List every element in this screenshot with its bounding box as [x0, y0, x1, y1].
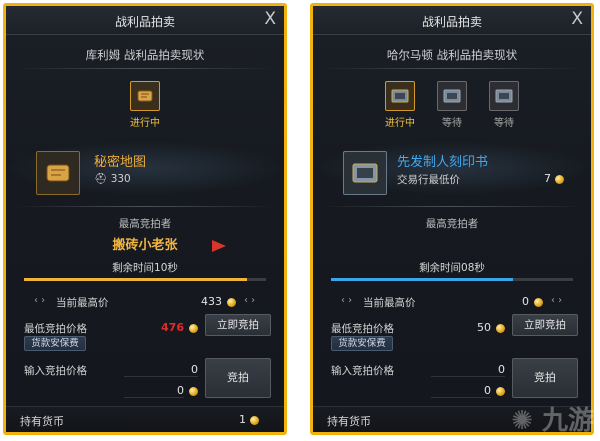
insurance-fee-button[interactable]: 货款安保费 — [24, 336, 86, 351]
min-bid-label: 最低竞拍价格 — [331, 323, 394, 335]
currency-bar: 持有货币 1 — [6, 406, 284, 432]
divider — [321, 68, 583, 69]
close-icon[interactable]: X — [571, 9, 583, 29]
divider — [14, 68, 276, 69]
time-progress-fill — [331, 278, 513, 281]
insurance-fee-button[interactable]: 货款安保费 — [331, 336, 393, 351]
slot-status-active: 进行中 — [130, 118, 160, 129]
current-price-label: 当前最高价 — [56, 297, 109, 309]
gold-coin-icon — [189, 324, 198, 333]
enter-bid-label: 输入竞拍价格 — [24, 365, 87, 377]
panel-header: 战利品拍卖 X — [313, 6, 591, 35]
panel-title: 战利品拍卖 — [114, 15, 175, 29]
gold-coin-icon — [555, 175, 564, 184]
site-watermark: ✺ 九游 — [511, 400, 594, 437]
auction-status-subtitle: 哈尔马顿 战利品拍卖现状 — [386, 48, 518, 62]
book-icon — [495, 89, 513, 103]
divider — [14, 206, 276, 207]
gold-coin-icon — [496, 387, 505, 396]
min-bid-value: 50 — [477, 321, 491, 334]
stepper-decrease-icon[interactable]: ‹ › — [341, 295, 352, 306]
engraving-book-item-icon[interactable] — [343, 151, 387, 195]
remaining-time: 剩余时间10秒 — [112, 262, 178, 274]
scroll-item-slot[interactable] — [130, 81, 160, 111]
slot-status-waiting: 等待 — [494, 118, 514, 129]
currency-label: 持有货币 — [327, 415, 371, 428]
bid-button[interactable]: 竞拍 — [512, 358, 578, 398]
item-level: ⛑ 330 — [94, 172, 131, 185]
bid-fee-input[interactable]: 0 — [124, 384, 184, 398]
top-bidder-label: 最高竞拍者 — [425, 218, 479, 230]
red-flag-icon — [211, 238, 227, 252]
stepper-increase-icon[interactable]: ‹ › — [244, 295, 255, 306]
panel-header: 战利品拍卖 X — [6, 6, 284, 35]
book-icon — [443, 89, 461, 103]
watermark-logo-icon: ✺ — [511, 406, 533, 436]
auction-panel-right: 战利品拍卖 X 哈尔马顿 战利品拍卖现状 进行中 等待 等待 先发制人刻印书 交… — [310, 3, 594, 435]
enter-bid-label: 输入竞拍价格 — [331, 365, 394, 377]
time-progress-bar — [331, 278, 573, 281]
engraving-book-slot-2[interactable] — [437, 81, 467, 111]
slot-status-waiting: 等待 — [442, 118, 462, 129]
remaining-time: 剩余时间08秒 — [419, 262, 485, 274]
time-progress-fill — [24, 278, 247, 281]
buyout-button[interactable]: 立即竞拍 — [512, 314, 578, 336]
panel-title: 战利品拍卖 — [421, 15, 482, 29]
market-low-price-label: 交易行最低价 — [397, 174, 460, 186]
book-icon — [391, 89, 409, 103]
bid-input[interactable]: 0 — [431, 363, 505, 377]
gold-coin-icon — [534, 298, 543, 307]
top-bidder-name: 搬砖小老张 — [112, 238, 178, 253]
bid-fee-input[interactable]: 0 — [431, 384, 491, 398]
min-bid-label: 最低竞拍价格 — [24, 323, 87, 335]
engraving-book-slot-3[interactable] — [489, 81, 519, 111]
gold-coin-icon — [227, 298, 236, 307]
stepper-increase-icon[interactable]: ‹ › — [551, 295, 562, 306]
map-item-icon[interactable] — [36, 151, 80, 195]
top-bidder-label: 最高竞拍者 — [118, 218, 172, 230]
min-bid-value: 476 — [161, 321, 184, 334]
divider — [321, 206, 583, 207]
helmet-icon: ⛑ — [94, 173, 108, 185]
gold-coin-icon — [496, 324, 505, 333]
time-progress-bar — [24, 278, 266, 281]
close-icon[interactable]: X — [264, 9, 276, 29]
engraving-book-slot-1[interactable] — [385, 81, 415, 111]
bid-button[interactable]: 竞拍 — [205, 358, 271, 398]
item-name: 先发制人刻印书 — [397, 155, 489, 170]
market-low-price-value: 7 — [544, 172, 551, 185]
auction-status-subtitle: 库利姆 战利品拍卖现状 — [85, 48, 205, 62]
book-icon — [352, 163, 378, 183]
watermark-text: 九游 — [541, 406, 594, 436]
item-name: 秘密地图 — [94, 155, 147, 170]
buyout-button[interactable]: 立即竞拍 — [205, 314, 271, 336]
item-level-value: 330 — [110, 173, 131, 185]
gold-coin-icon — [250, 416, 259, 425]
stepper-decrease-icon[interactable]: ‹ › — [34, 295, 45, 306]
current-price-label: 当前最高价 — [363, 297, 416, 309]
auction-panel-left: 战利品拍卖 X 库利姆 战利品拍卖现状 进行中 秘密地图 ⛑ 330 最高竞拍者… — [3, 3, 287, 435]
current-price-value: 0 — [522, 295, 529, 308]
map-icon — [46, 164, 70, 182]
currency-label: 持有货币 — [20, 415, 64, 428]
gold-coin-icon — [189, 387, 198, 396]
slot-status-active: 进行中 — [385, 118, 415, 129]
currency-value: 1 — [239, 413, 246, 426]
current-price-value: 433 — [201, 295, 222, 308]
scroll-icon — [137, 90, 153, 102]
bid-input[interactable]: 0 — [124, 363, 198, 377]
